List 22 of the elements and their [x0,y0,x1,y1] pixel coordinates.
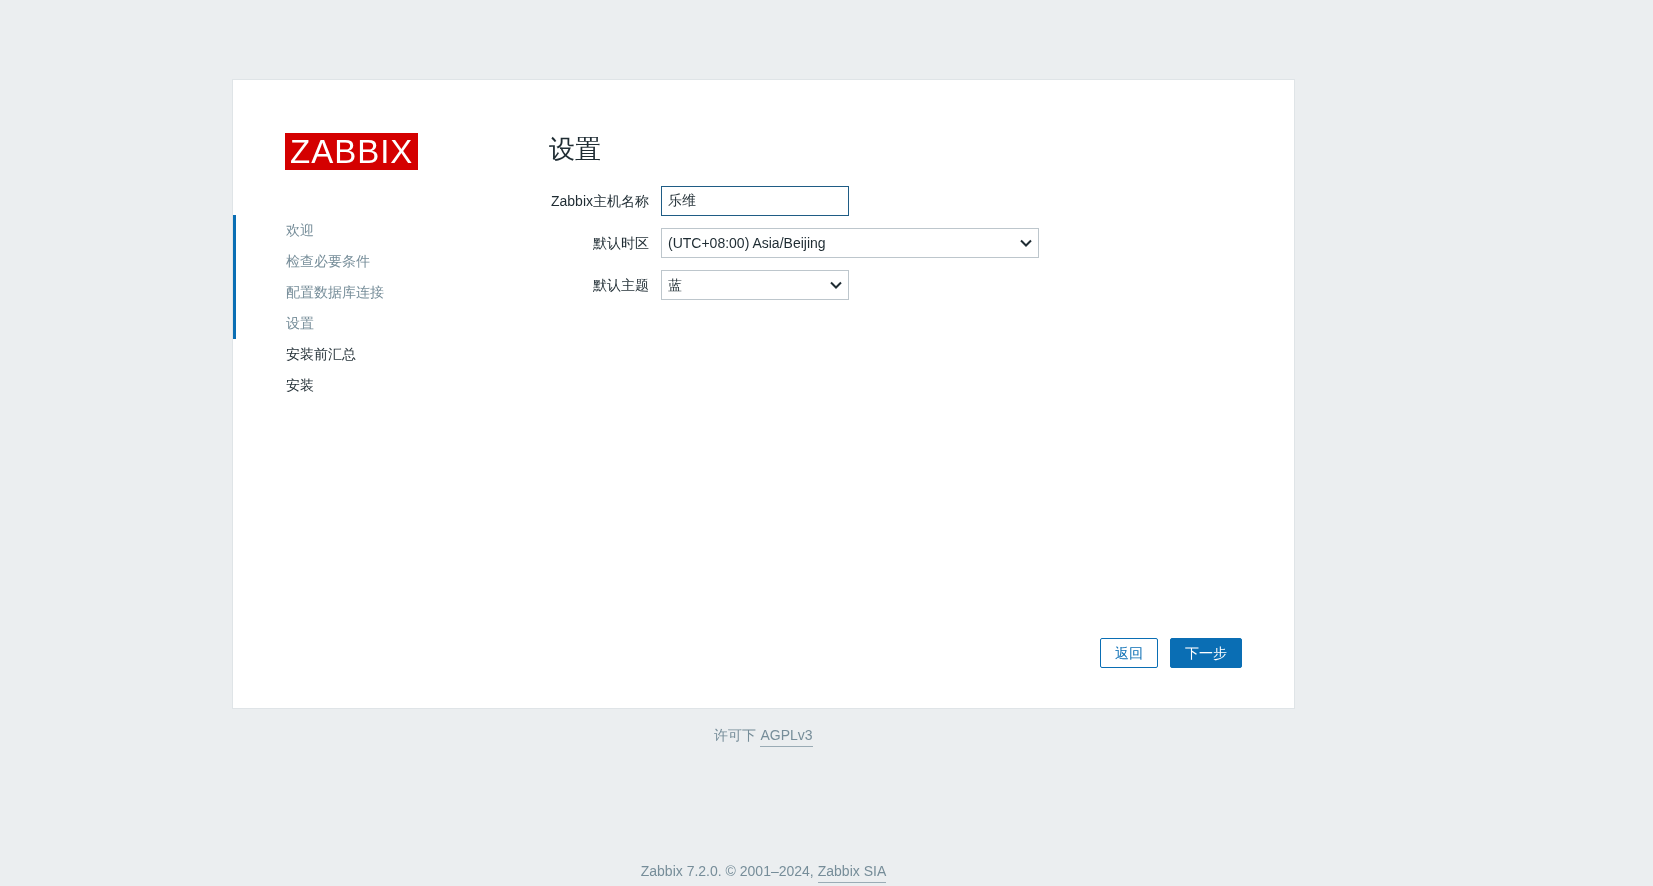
company-link[interactable]: Zabbix SIA [817,861,887,883]
next-button[interactable]: 下一步 [1170,638,1242,668]
step-item: 设置 [286,314,314,333]
copyright-text: Zabbix 7.2.0. © 2001–2024, [640,862,814,881]
step-item: 安装 [286,376,314,395]
chevron-down-icon [830,281,842,289]
license-link[interactable]: AGPLv3 [760,725,813,747]
dropdown[interactable]: 蓝 [661,270,849,300]
zabbix-logo: ZABBIX [285,133,419,170]
step-item: 检查必要条件 [286,252,370,271]
back-button[interactable]: 返回 [1100,638,1158,668]
field-label: 默认时区 [592,233,649,253]
dropdown[interactable]: (UTC+08:00) Asia/Beijing [661,228,1039,258]
field-label: Zabbix主机名称 [549,191,649,211]
license-text: 许可下 [714,726,757,745]
step-item: 欢迎 [286,221,314,240]
step-item: 配置数据库连接 [286,283,384,302]
hostname-field[interactable]: 乐维 [661,186,849,216]
field-label: 默认主题 [592,275,649,295]
chevron-down-icon [1020,239,1032,247]
step-item: 安装前汇总 [286,345,356,364]
page-title: 设置 [549,133,602,166]
